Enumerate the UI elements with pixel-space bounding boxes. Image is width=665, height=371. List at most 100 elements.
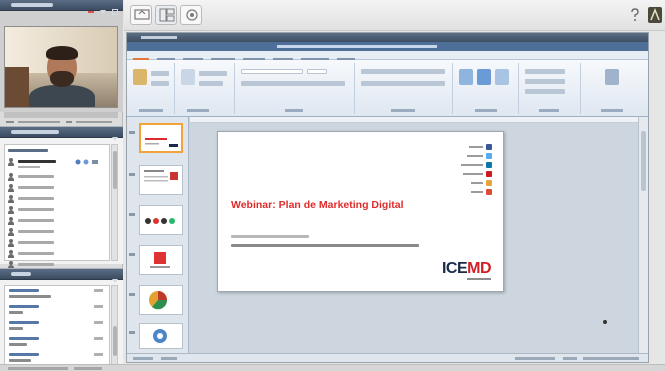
- chat-pod-title: [11, 272, 31, 276]
- attendee-name: [18, 230, 54, 233]
- attendee-row[interactable]: [5, 237, 109, 248]
- ribbon-group-editing[interactable]: [521, 63, 581, 114]
- chat-time: [94, 289, 103, 292]
- ribbon-group-extra[interactable]: [583, 63, 643, 114]
- person-icon: [8, 217, 14, 225]
- ribbon-group-drawing[interactable]: [455, 63, 519, 114]
- pod-menu-icon[interactable]: [100, 2, 106, 14]
- chat-messages: [4, 285, 110, 369]
- current-slide[interactable]: Webinar: Plan de Marketing Digital ICEMD: [217, 131, 504, 292]
- attendee-row[interactable]: [5, 182, 109, 193]
- chat-text: [9, 327, 23, 330]
- attendee-row[interactable]: [5, 226, 109, 237]
- font-size-field[interactable]: [307, 69, 327, 74]
- attendee-row[interactable]: [5, 248, 109, 259]
- chat-pod-header[interactable]: [0, 269, 123, 283]
- pod-options-icon[interactable]: [88, 2, 94, 13]
- chat-sender: [9, 337, 39, 340]
- slideshare-icon: [486, 180, 492, 186]
- webcam-feed: [4, 26, 118, 108]
- help-icon[interactable]: [629, 8, 641, 22]
- layouts-button[interactable]: [155, 5, 177, 25]
- slide-thumbnail[interactable]: [139, 165, 183, 195]
- attendee-group-header[interactable]: [5, 145, 109, 156]
- attendee-name: [18, 208, 54, 211]
- arrange-icon[interactable]: [477, 69, 491, 85]
- person-icon: [8, 195, 14, 203]
- scrollbar-thumb[interactable]: [113, 326, 117, 356]
- ribbon-group-clipboard[interactable]: [129, 63, 175, 114]
- youtube-icon: [486, 171, 492, 177]
- new-slide-icon[interactable]: [181, 69, 195, 85]
- presenter-role: [231, 244, 419, 247]
- attendee-name: [18, 160, 56, 163]
- logo-subtitle: [467, 278, 491, 280]
- attendee-row[interactable]: [5, 193, 109, 204]
- font-name-field[interactable]: [241, 69, 303, 74]
- host-status-icons[interactable]: [75, 159, 101, 165]
- attendee-row[interactable]: [5, 204, 109, 215]
- zoom-slider[interactable]: [583, 357, 639, 360]
- chat-time: [94, 337, 103, 340]
- chat-time: [94, 321, 103, 324]
- pod-menu-icon[interactable]: [112, 129, 118, 141]
- chat-text: [9, 343, 27, 346]
- presenter-beard: [50, 71, 74, 87]
- slide-thumbnail-selected[interactable]: [139, 123, 183, 153]
- slide-thumbnail[interactable]: [139, 205, 183, 235]
- paste-icon[interactable]: [133, 69, 147, 85]
- scrollbar-thumb[interactable]: [113, 151, 117, 189]
- powerpoint-titlebar[interactable]: [127, 42, 648, 51]
- attendees-pod-header[interactable]: [0, 127, 123, 141]
- ribbon-tabs[interactable]: [127, 51, 648, 61]
- view-buttons[interactable]: [515, 357, 555, 360]
- attendee-name: [18, 219, 54, 222]
- ribbon-group-slides[interactable]: [177, 63, 235, 114]
- chat-scrollbar[interactable]: [111, 285, 118, 369]
- shapes-icon[interactable]: [459, 69, 473, 85]
- video-pod-header[interactable]: [0, 0, 123, 15]
- ribbon-extra-icon[interactable]: [605, 69, 619, 85]
- slide-thumbnail[interactable]: [139, 245, 183, 275]
- social-link-row: [452, 153, 492, 159]
- attendee-name: [18, 241, 54, 244]
- attendee-row[interactable]: [5, 215, 109, 226]
- chat-message: [5, 286, 109, 302]
- attendee-list: [4, 144, 110, 269]
- pod-menu-icon[interactable]: [112, 271, 118, 283]
- attendee-list-scrollbar[interactable]: [111, 144, 118, 261]
- font-format-buttons[interactable]: [241, 81, 345, 86]
- attendee-name: [18, 186, 54, 189]
- adobe-logo-icon: [648, 7, 662, 23]
- attendee-row[interactable]: [5, 171, 109, 182]
- person-icon: [8, 206, 14, 214]
- slide-thumbnails-pane: [127, 117, 189, 353]
- ribbon-group-paragraph[interactable]: [357, 63, 453, 114]
- record-button[interactable]: [180, 5, 202, 25]
- meeting-status-strip: [0, 364, 665, 371]
- pod-maximize-icon[interactable]: [112, 2, 118, 15]
- slide-thumbnail[interactable]: [139, 285, 183, 315]
- video-controls-bar[interactable]: [4, 112, 118, 123]
- adobe-connect-window: Webinar: Plan de Marketing Digital ICEMD: [0, 0, 665, 371]
- zoom-level[interactable]: [563, 357, 577, 360]
- attendees-pod-title: [11, 130, 59, 134]
- share-pod-title: [141, 36, 177, 39]
- presenter-hair: [46, 46, 78, 60]
- ribbon-group-font[interactable]: [237, 63, 355, 114]
- quick-styles-icon[interactable]: [495, 69, 509, 85]
- chat-time: [94, 305, 103, 308]
- powerpoint-statusbar: [127, 353, 648, 362]
- attendee-role: [18, 166, 40, 168]
- attendee-row-host[interactable]: [5, 156, 109, 171]
- slide-vertical-scrollbar[interactable]: [638, 117, 648, 353]
- slide-title: Webinar: Plan de Marketing Digital: [231, 199, 404, 211]
- chat-text: [9, 295, 51, 298]
- mouse-cursor: [603, 320, 607, 324]
- share-pod-header[interactable]: [127, 33, 648, 42]
- share-screen-button[interactable]: [130, 5, 152, 25]
- horizontal-ruler: [190, 117, 648, 123]
- slide-thumbnail[interactable]: [139, 323, 183, 349]
- chat-text: [9, 311, 23, 314]
- presenter-shirt: [29, 85, 95, 107]
